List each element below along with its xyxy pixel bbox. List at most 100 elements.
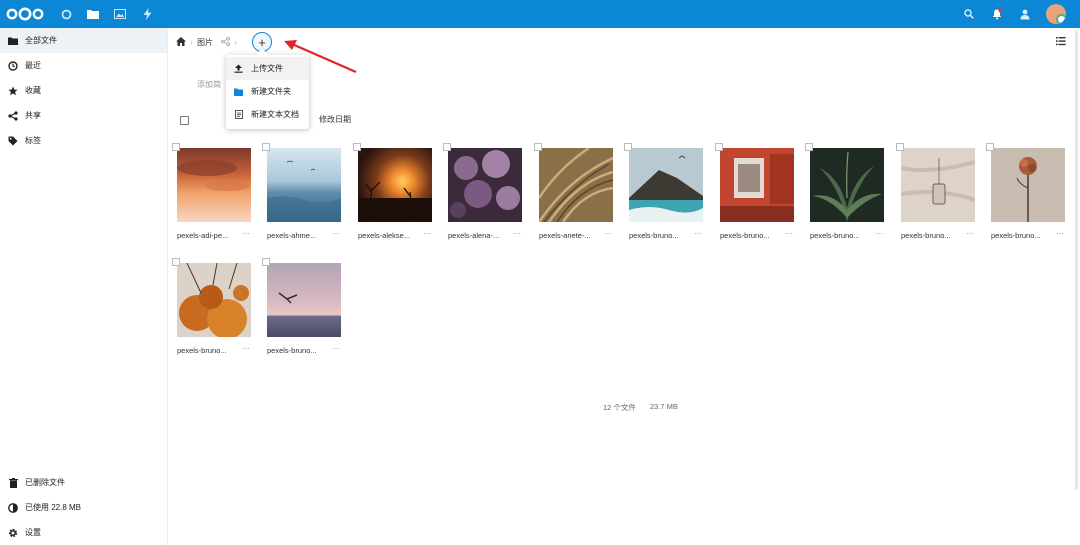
file-actions-button[interactable]: ··· [604, 229, 612, 238]
file-tile[interactable]: pexels-adi-pe... ··· [172, 143, 251, 248]
file-checkbox[interactable] [172, 143, 180, 151]
dashboard-icon[interactable] [58, 6, 74, 22]
file-name[interactable]: pexels-alena-... [448, 231, 508, 240]
main-content: › 图片 › + 添加简 修改日期 pexels-adi-pe... ··· p… [168, 28, 1080, 545]
new-file-menu: 上传文件 新建文件夹 新建文本文档 [226, 55, 309, 129]
file-name[interactable]: pexels-anete-... [539, 231, 599, 240]
file-tile[interactable]: pexels-bruno... ··· [262, 258, 341, 363]
top-header [0, 0, 1080, 28]
file-actions-button[interactable]: ··· [242, 344, 250, 353]
photos-icon[interactable] [112, 6, 128, 22]
file-checkbox[interactable] [715, 143, 723, 151]
quota-icon [8, 502, 18, 513]
gear-icon [8, 528, 18, 538]
file-thumbnail [177, 263, 251, 337]
file-thumbnail [267, 148, 341, 222]
file-actions-button[interactable]: ··· [332, 344, 340, 353]
file-tile[interactable]: pexels-bruno... ··· [172, 258, 251, 363]
file-checkbox[interactable] [805, 143, 813, 151]
breadcrumb-separator: › [234, 37, 237, 47]
file-checkbox[interactable] [262, 143, 270, 151]
share-icon[interactable] [221, 36, 230, 48]
file-tile[interactable]: pexels-bruno... ··· [805, 143, 884, 248]
menu-new-folder[interactable]: 新建文件夹 [226, 80, 309, 103]
breadcrumb-folder[interactable]: 图片 [197, 37, 213, 48]
file-name[interactable]: pexels-bruno... [720, 231, 780, 240]
scrollbar[interactable] [1075, 30, 1078, 490]
file-checkbox[interactable] [624, 143, 632, 151]
sidebar-item-label: 全部文件 [25, 36, 57, 45]
file-thumbnail [358, 148, 432, 222]
file-checkbox[interactable] [896, 143, 904, 151]
sidebar-item-label: 标签 [25, 136, 41, 145]
notifications-icon[interactable] [990, 7, 1004, 21]
search-icon[interactable] [962, 7, 976, 21]
activity-icon[interactable] [139, 6, 155, 22]
file-checkbox[interactable] [986, 143, 994, 151]
file-name[interactable]: pexels-bruno... [177, 346, 237, 355]
file-thumbnail [720, 148, 794, 222]
file-checkbox[interactable] [443, 143, 451, 151]
file-actions-button[interactable]: ··· [785, 229, 793, 238]
home-icon[interactable] [176, 36, 186, 48]
file-name[interactable]: pexels-bruno... [810, 231, 870, 240]
plus-icon: + [258, 34, 266, 50]
sidebar-item-label: 共享 [25, 111, 41, 120]
contacts-icon[interactable] [1018, 7, 1032, 21]
file-name[interactable]: pexels-bruno... [901, 231, 961, 240]
sidebar-item-quota[interactable]: 已使用 22.8 MB [0, 495, 168, 520]
sidebar-item-tags[interactable]: 标签 [0, 128, 167, 153]
select-all-checkbox[interactable] [180, 115, 189, 125]
sidebar-item-deleted-files[interactable]: 已删除文件 [0, 470, 168, 495]
text-document-icon [234, 110, 243, 119]
file-actions-button[interactable]: ··· [332, 229, 340, 238]
sidebar-item-shares[interactable]: 共享 [0, 103, 167, 128]
file-tile[interactable]: pexels-bruno... ··· [986, 143, 1065, 248]
folder-description-placeholder[interactable]: 添加简 [197, 79, 221, 90]
file-checkbox[interactable] [353, 143, 361, 151]
menu-item-label: 新建文本文档 [251, 110, 299, 119]
grid-view-toggle[interactable] [1056, 36, 1066, 46]
menu-new-text-document[interactable]: 新建文本文档 [226, 103, 309, 126]
file-actions-button[interactable]: ··· [966, 229, 974, 238]
file-thumbnail [810, 148, 884, 222]
sidebar-item-favorites[interactable]: 收藏 [0, 78, 167, 103]
file-actions-button[interactable]: ··· [513, 229, 521, 238]
sidebar-item-all-files[interactable]: 全部文件 [0, 28, 167, 53]
file-name[interactable]: pexels-bruno... [991, 231, 1051, 240]
file-checkbox[interactable] [172, 258, 180, 266]
file-actions-button[interactable]: ··· [1056, 229, 1064, 238]
sidebar-bottom: 已删除文件 已使用 22.8 MB 设置 [0, 470, 168, 545]
file-tile[interactable]: pexels-ahme... ··· [262, 143, 341, 248]
file-name[interactable]: pexels-bruno... [629, 231, 689, 240]
sort-by-modified[interactable]: 修改日期 [319, 114, 351, 125]
sidebar-item-settings[interactable]: 设置 [0, 520, 168, 545]
file-actions-button[interactable]: ··· [875, 229, 883, 238]
file-tile[interactable]: pexels-alekse... ··· [353, 143, 432, 248]
menu-upload-file[interactable]: 上传文件 [226, 57, 309, 80]
sidebar-item-label: 已使用 22.8 MB [25, 503, 82, 512]
file-name[interactable]: pexels-adi-pe... [177, 231, 237, 240]
file-actions-button[interactable]: ··· [694, 229, 702, 238]
file-tile[interactable]: pexels-anete-... ··· [534, 143, 613, 248]
avatar[interactable] [1046, 4, 1066, 24]
file-checkbox[interactable] [262, 258, 270, 266]
star-icon [8, 86, 18, 96]
sidebar-item-recent[interactable]: 最近 [0, 53, 167, 78]
menu-item-label: 新建文件夹 [251, 87, 291, 96]
file-tile[interactable]: pexels-bruno... ··· [715, 143, 794, 248]
nextcloud-logo[interactable] [6, 7, 44, 21]
folder-icon [234, 87, 243, 96]
file-actions-button[interactable]: ··· [242, 229, 250, 238]
file-tile[interactable]: pexels-alena-... ··· [443, 143, 522, 248]
file-tile[interactable]: pexels-bruno... ··· [624, 143, 703, 248]
file-name[interactable]: pexels-ahme... [267, 231, 327, 240]
file-tile[interactable]: pexels-bruno... ··· [896, 143, 975, 248]
file-actions-button[interactable]: ··· [423, 229, 431, 238]
file-name[interactable]: pexels-alekse... [358, 231, 418, 240]
file-thumbnail [991, 148, 1065, 222]
file-name[interactable]: pexels-bruno... [267, 346, 327, 355]
files-icon[interactable] [85, 6, 101, 22]
file-checkbox[interactable] [534, 143, 542, 151]
file-list-header: 修改日期 [180, 114, 1060, 126]
